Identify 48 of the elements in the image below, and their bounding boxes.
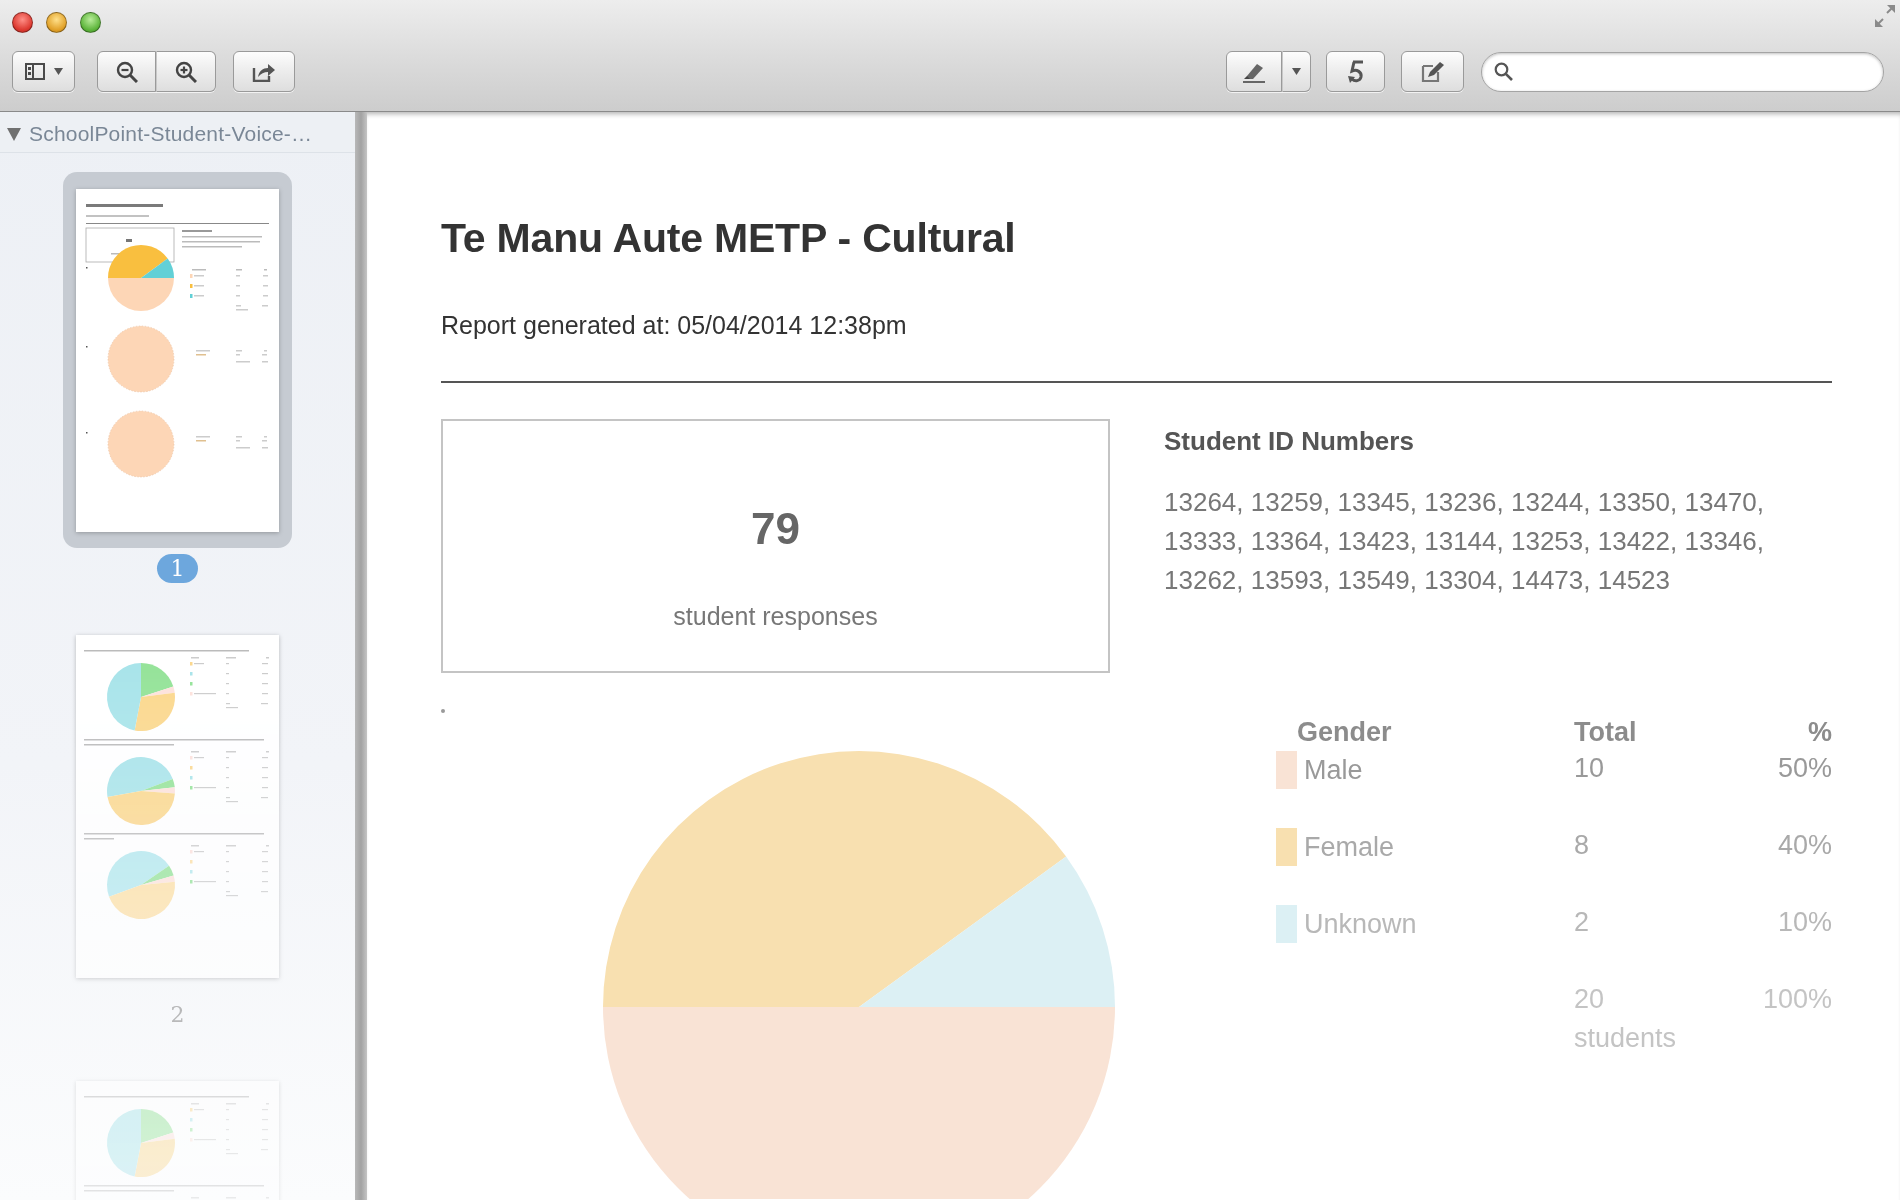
table-cell-text: 10: [1574, 752, 1605, 785]
report-timestamp: Report generated at: 05/04/2014 12:38pm: [441, 310, 908, 340]
table-cell-text: 10%: [1777, 906, 1832, 939]
search-icon: [1494, 62, 1513, 81]
sidebar-view-button[interactable]: [12, 51, 75, 92]
zoom-in-button[interactable]: [156, 51, 216, 92]
document-title[interactable]: SchoolPoint-Student-Voice-…: [29, 122, 313, 146]
share-button[interactable]: [233, 51, 295, 92]
response-label: student responses: [672, 601, 879, 632]
annotate-button[interactable]: [1401, 51, 1464, 92]
table-cell-text: 20 students: [1574, 983, 1678, 1055]
zoom-out-button[interactable]: [97, 51, 156, 92]
table-cell-text: Unknown: [1304, 908, 1417, 941]
page-number: 1: [157, 554, 198, 583]
table-cell-text: 100%: [1762, 983, 1832, 1016]
edit-icon: [1420, 60, 1445, 83]
disclosure-triangle-icon[interactable]: [7, 127, 21, 141]
table-cell-text: Female: [1304, 831, 1395, 864]
share-icon: [252, 61, 276, 82]
column-header: Total: [1574, 716, 1638, 749]
close-button[interactable]: [12, 11, 33, 33]
caret-icon: [53, 68, 63, 75]
search-field[interactable]: [1481, 51, 1884, 92]
table-cell-text: Male: [1304, 754, 1363, 787]
caret-icon: [1292, 68, 1301, 75]
page-number: 2: [169, 1001, 186, 1029]
dot-icon: [441, 709, 445, 713]
rotate-button[interactable]: [1326, 51, 1385, 92]
table-cell-text: 40%: [1777, 829, 1832, 862]
highlight-button[interactable]: [1226, 51, 1282, 92]
response-count: 79: [750, 505, 801, 553]
fullscreen-icon[interactable]: [1874, 4, 1896, 28]
zoom-button[interactable]: [80, 11, 101, 33]
table-cell-text: 8: [1574, 829, 1590, 862]
rotate-icon: [1346, 59, 1365, 84]
column-header: %: [1807, 716, 1832, 749]
highlight-menu-button[interactable]: [1282, 51, 1311, 92]
zoom-out-icon: [115, 60, 138, 83]
report-title: Te Manu Aute METP - Cultural: [441, 214, 1017, 262]
page-thumbnail[interactable]: [63, 172, 292, 548]
table-cell-text: 50%: [1777, 752, 1832, 785]
column-header: Gender: [1296, 716, 1393, 749]
section-heading: Student ID Numbers: [1164, 425, 1415, 457]
zoom-in-icon: [175, 60, 197, 83]
minimize-button[interactable]: [46, 11, 67, 33]
id-list-text: 13264, 13259, 13345, 13236, 13244, 13350, 13470, 13333, 13364, 13423, 13144, 13253, 13422, 13346, 13262, 13593, 13549, 13304, 14473, 14523: [1164, 486, 1765, 597]
table-cell-text: 2: [1574, 906, 1590, 939]
sidebar-icon: [24, 63, 45, 80]
